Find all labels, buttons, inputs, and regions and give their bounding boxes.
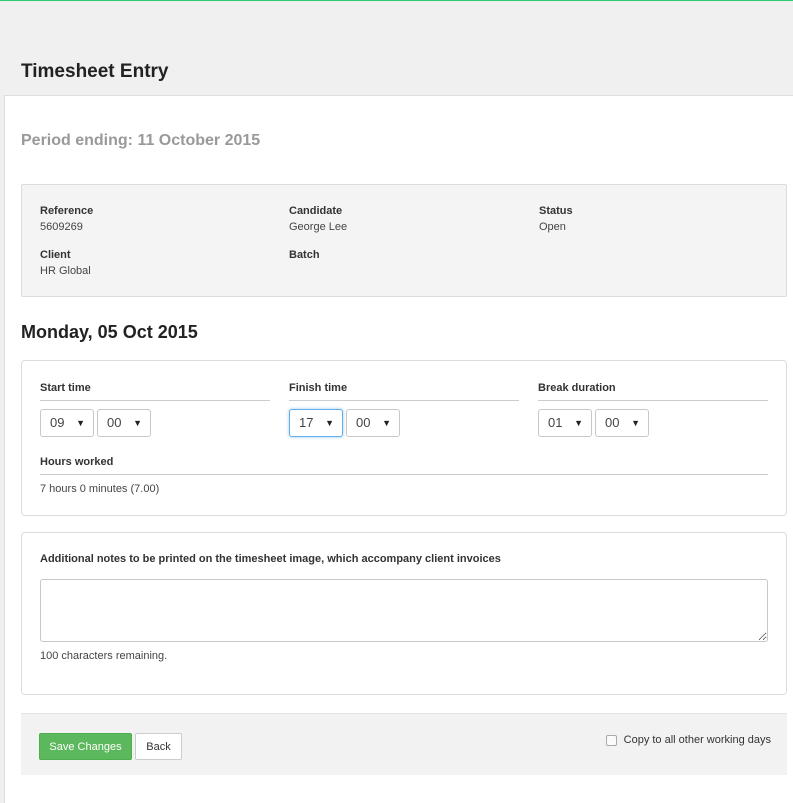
dropdown-arrow-icon: ▼ [133, 418, 142, 428]
start-hour-value: 09 [50, 415, 65, 430]
copy-to-all-days-checkbox[interactable] [605, 734, 617, 746]
break-duration-label: Break duration [538, 381, 768, 401]
start-minute-value: 00 [107, 415, 122, 430]
break-duration-group: Break duration 01 ▼ 00 ▼ [538, 381, 768, 437]
start-time-label: Start time [40, 381, 270, 401]
time-entry-panel: Start time 09 ▼ 00 ▼ Finish time 17 ▼ 00… [21, 360, 787, 516]
status-value: Open [539, 221, 566, 233]
client-label: Client [40, 249, 71, 261]
finish-hour-select[interactable]: 17 ▼ [289, 409, 343, 437]
start-minute-select[interactable]: 00 ▼ [97, 409, 151, 437]
reference-info: Reference 5609269 [40, 204, 93, 234]
client-info: Client HR Global [40, 248, 91, 278]
client-value: HR Global [40, 265, 91, 277]
characters-remaining: 100 characters remaining. [40, 650, 168, 662]
page-header: Timesheet Entry [0, 1, 793, 96]
start-time-group: Start time 09 ▼ 00 ▼ [40, 381, 270, 437]
save-changes-button[interactable]: Save Changes [39, 733, 132, 760]
finish-time-group: Finish time 17 ▼ 00 ▼ [289, 381, 519, 437]
copy-to-all-days-label: Copy to all other working days [623, 734, 771, 746]
finish-hour-value: 17 [299, 415, 314, 430]
start-hour-select[interactable]: 09 ▼ [40, 409, 94, 437]
break-minute-select[interactable]: 00 ▼ [595, 409, 649, 437]
candidate-value: George Lee [289, 221, 348, 233]
notes-textarea[interactable] [40, 579, 768, 642]
reference-label: Reference [40, 205, 94, 217]
candidate-info: Candidate George Lee [289, 204, 347, 234]
hours-worked-label: Hours worked [40, 455, 768, 475]
batch-label: Batch [289, 249, 320, 261]
day-title: Monday, 05 Oct 2015 [21, 322, 198, 342]
break-hour-value: 01 [548, 415, 563, 430]
break-minute-value: 00 [605, 415, 620, 430]
notes-label: Additional notes to be printed on the ti… [40, 553, 501, 565]
finish-time-label: Finish time [289, 381, 519, 401]
copy-to-all-days-option[interactable]: Copy to all other working days [605, 734, 771, 746]
finish-minute-select[interactable]: 00 ▼ [346, 409, 400, 437]
back-button[interactable]: Back [135, 733, 182, 760]
notes-panel: Additional notes to be printed on the ti… [21, 532, 787, 695]
dropdown-arrow-icon: ▼ [574, 418, 583, 428]
reference-value: 5609269 [40, 221, 83, 233]
page-title: Timesheet Entry [21, 61, 169, 82]
status-label: Status [539, 205, 573, 217]
dropdown-arrow-icon: ▼ [76, 418, 85, 428]
dropdown-arrow-icon: ▼ [382, 418, 391, 428]
period-ending: Period ending: 11 October 2015 [21, 132, 261, 149]
main-content: Period ending: 11 October 2015 Reference… [4, 95, 793, 803]
dropdown-arrow-icon: ▼ [631, 418, 640, 428]
batch-info: Batch [289, 248, 320, 264]
dropdown-arrow-icon: ▼ [325, 418, 334, 428]
candidate-label: Candidate [289, 205, 343, 217]
status-info: Status Open [539, 204, 573, 234]
hours-worked-value: 7 hours 0 minutes (7.00) [40, 483, 160, 495]
timesheet-info-panel: Reference 5609269 Candidate George Lee S… [21, 184, 787, 297]
finish-minute-value: 00 [356, 415, 371, 430]
break-hour-select[interactable]: 01 ▼ [538, 409, 592, 437]
action-bar: Save Changes Back Copy to all other work… [21, 713, 787, 775]
